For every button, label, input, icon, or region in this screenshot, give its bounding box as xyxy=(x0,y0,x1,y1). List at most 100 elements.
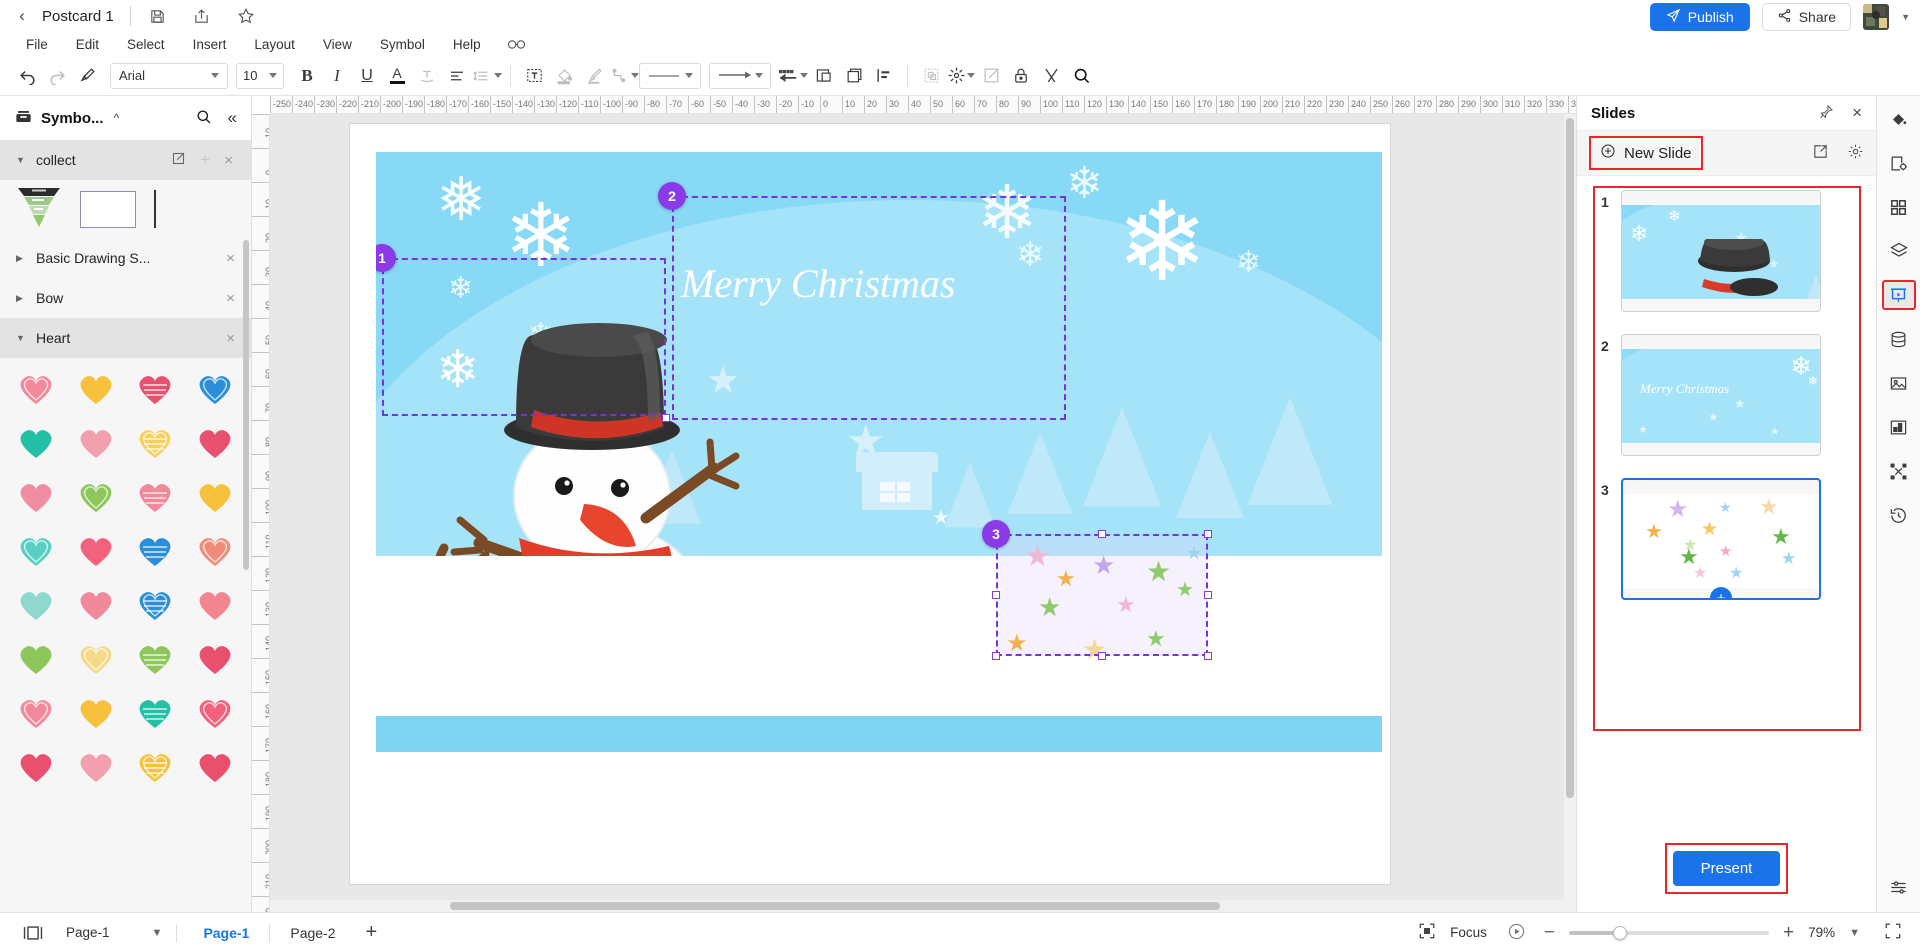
group-icon[interactable] xyxy=(916,62,946,90)
menu-layout[interactable]: Layout xyxy=(240,35,309,54)
font-size-select[interactable]: 10 xyxy=(236,62,284,89)
new-slide-button[interactable]: New Slide xyxy=(1589,136,1703,170)
slide-thumbnail-1[interactable]: ❄ ❄ ★ ★ xyxy=(1621,190,1821,312)
heart-symbol[interactable] xyxy=(126,524,186,578)
slide-thumbnail-3[interactable]: ★ ★ ★ ★ ★ ★ ★ ★ ★ ★ ★ ★ + xyxy=(1621,478,1821,600)
heart-symbol[interactable] xyxy=(185,416,245,470)
heart-symbol[interactable] xyxy=(185,362,245,416)
heart-symbol[interactable] xyxy=(6,524,66,578)
heart-symbol[interactable] xyxy=(6,470,66,524)
curved-text-icon[interactable] xyxy=(412,62,442,90)
postcard-artwork[interactable]: ❅ ❄ ❄ ❄ ❄ ❄ ❄ ❄ ❄ ❄ ★ ★ xyxy=(376,152,1382,752)
white-rectangle-shape[interactable] xyxy=(80,190,136,228)
layers-icon[interactable] xyxy=(1882,236,1916,266)
heart-symbol[interactable] xyxy=(66,416,126,470)
close-group-icon[interactable]: × xyxy=(226,250,235,267)
line-style-select[interactable] xyxy=(639,62,701,89)
lock-icon[interactable] xyxy=(1006,62,1036,90)
heart-symbol[interactable] xyxy=(185,524,245,578)
menu-insert[interactable]: Insert xyxy=(179,35,241,54)
tools-icon[interactable] xyxy=(1036,62,1066,90)
account-chevron-down-icon[interactable]: ▼ xyxy=(1901,12,1910,22)
symbol-group-bow[interactable]: ▶ Bow × xyxy=(0,278,251,318)
zoom-slider[interactable] xyxy=(1568,925,1769,940)
heart-symbol[interactable] xyxy=(66,686,126,740)
close-group-icon[interactable]: × xyxy=(226,290,235,307)
canvas-horizontal-scrollbar[interactable] xyxy=(270,900,1576,912)
heart-symbol[interactable] xyxy=(66,632,126,686)
format-painter-icon[interactable] xyxy=(72,62,102,90)
zoom-out-button[interactable]: − xyxy=(1544,922,1555,944)
connectors-icon[interactable] xyxy=(1882,456,1916,486)
heart-symbol[interactable] xyxy=(6,416,66,470)
selection-box-3[interactable] xyxy=(996,534,1208,656)
funnel-shape[interactable] xyxy=(16,186,62,233)
fill-bucket-icon[interactable] xyxy=(549,62,579,90)
bold-button[interactable]: B xyxy=(292,62,322,90)
chart-icon[interactable] xyxy=(1882,412,1916,442)
heart-symbol[interactable] xyxy=(126,740,186,794)
italic-button[interactable]: I xyxy=(322,62,352,90)
heart-symbol[interactable] xyxy=(6,578,66,632)
align-objects-icon[interactable] xyxy=(869,62,899,90)
heart-symbol[interactable] xyxy=(66,578,126,632)
heart-symbol[interactable] xyxy=(185,632,245,686)
heart-symbol[interactable] xyxy=(126,578,186,632)
selection-box-2[interactable] xyxy=(672,196,1066,420)
menu-file[interactable]: File xyxy=(12,35,62,54)
fullscreen-icon[interactable] xyxy=(1884,922,1902,943)
align-left-icon[interactable] xyxy=(442,62,472,90)
undo-icon[interactable] xyxy=(12,62,42,90)
present-button[interactable]: Present xyxy=(1672,851,1781,886)
slide-thumbnail-2[interactable]: ❄ ❄ ★ ★ ★ ★ Merry Christmas xyxy=(1621,334,1821,456)
canvas-scroll-area[interactable]: ❅ ❄ ❄ ❄ ❄ ❄ ❄ ❄ ❄ ❄ ★ ★ xyxy=(270,114,1576,912)
textbox-icon[interactable] xyxy=(519,62,549,90)
play-circle-icon[interactable] xyxy=(1507,922,1526,944)
focus-icon[interactable] xyxy=(1418,922,1436,943)
brush-icon[interactable] xyxy=(579,62,609,90)
font-color-button[interactable]: A xyxy=(382,62,412,90)
history-icon[interactable] xyxy=(1882,500,1916,530)
edit-shape-icon[interactable] xyxy=(976,62,1006,90)
pin-icon[interactable] xyxy=(1818,104,1834,123)
arrow-style-select[interactable] xyxy=(709,62,771,89)
heart-symbol[interactable] xyxy=(6,362,66,416)
page-tab-1[interactable]: Page-1 xyxy=(191,922,261,944)
heart-symbol[interactable] xyxy=(126,632,186,686)
heart-symbol[interactable] xyxy=(126,686,186,740)
image-icon[interactable] xyxy=(1882,368,1916,398)
close-group-icon[interactable]: × xyxy=(224,152,235,169)
font-family-select[interactable]: Arial xyxy=(110,62,228,89)
export-icon[interactable] xyxy=(191,5,213,27)
symbol-group-basic-drawing[interactable]: ▶ Basic Drawing S... × xyxy=(0,238,251,278)
add-symbol-icon[interactable]: + xyxy=(200,150,224,170)
search-icon[interactable] xyxy=(195,108,212,128)
chevron-up-icon[interactable]: ^ xyxy=(114,111,120,125)
close-icon[interactable]: × xyxy=(1852,103,1862,123)
page-setup-icon[interactable] xyxy=(1882,148,1916,178)
favorite-star-icon[interactable] xyxy=(235,5,257,27)
add-page-button[interactable]: + xyxy=(366,921,378,944)
export-slides-icon[interactable] xyxy=(1812,143,1829,163)
heart-symbol[interactable] xyxy=(66,740,126,794)
close-group-icon[interactable]: × xyxy=(226,330,235,347)
panel-settings-icon[interactable] xyxy=(1882,872,1916,902)
page-view-icon[interactable] xyxy=(22,924,44,942)
menu-help[interactable]: Help xyxy=(439,35,495,54)
heart-symbol[interactable] xyxy=(185,470,245,524)
effects-sparkle-icon[interactable] xyxy=(946,62,976,90)
apps-grid-icon[interactable] xyxy=(1882,192,1916,222)
double-chevron-left-icon[interactable]: « xyxy=(228,108,237,128)
avatar[interactable] xyxy=(1863,4,1890,30)
heart-symbol[interactable] xyxy=(185,578,245,632)
dashed-arrow-icon[interactable] xyxy=(771,62,809,90)
page-tab-2[interactable]: Page-2 xyxy=(278,922,347,944)
share-button[interactable]: Share xyxy=(1761,3,1852,31)
symbol-group-heart[interactable]: ▼ Heart × xyxy=(0,318,251,358)
arrange-icon[interactable] xyxy=(839,62,869,90)
menu-symbol[interactable]: Symbol xyxy=(366,35,439,54)
symbols-scrollbar[interactable] xyxy=(243,240,249,570)
database-icon[interactable] xyxy=(1882,324,1916,354)
heart-symbol[interactable] xyxy=(66,362,126,416)
redo-icon[interactable] xyxy=(42,62,72,90)
